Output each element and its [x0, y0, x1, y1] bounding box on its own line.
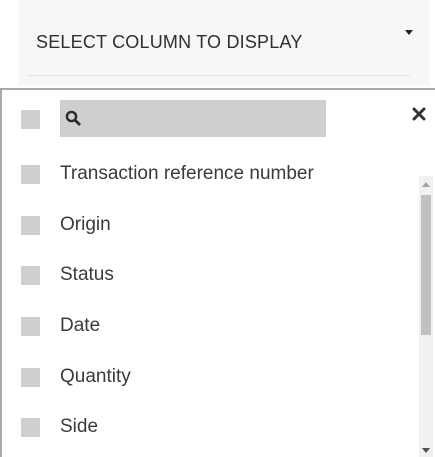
- caret-down-icon[interactable]: [405, 30, 413, 35]
- option-label: Transaction reference number: [60, 163, 314, 184]
- close-icon[interactable]: [412, 107, 426, 121]
- option-checkbox[interactable]: [21, 317, 40, 336]
- option-label: Date: [60, 315, 101, 336]
- option-date[interactable]: Date: [0, 308, 420, 345]
- dropdown-label: SELECT COLUMN TO DISPLAY: [36, 32, 303, 52]
- option-side[interactable]: Side: [0, 409, 420, 446]
- search-box[interactable]: [60, 100, 326, 137]
- option-label: Quantity: [60, 366, 131, 387]
- scroll-up-arrow-icon[interactable]: [422, 182, 430, 187]
- option-checkbox[interactable]: [21, 165, 40, 184]
- scroll-down-arrow-icon[interactable]: [422, 448, 430, 453]
- option-status[interactable]: Status: [0, 257, 420, 294]
- scrollbar-thumb[interactable]: [421, 195, 431, 335]
- option-label: Origin: [60, 214, 111, 235]
- select-all-checkbox[interactable]: [21, 110, 40, 129]
- option-label: Side: [60, 416, 99, 437]
- options-scrollbar[interactable]: [419, 176, 433, 457]
- option-origin[interactable]: Origin: [0, 207, 420, 244]
- option-label: Status: [60, 264, 114, 285]
- option-transaction-reference-number[interactable]: Transaction reference number: [0, 156, 420, 193]
- column-select-dropdown[interactable]: SELECT COLUMN TO DISPLAY: [18, 0, 430, 86]
- search-input[interactable]: [86, 100, 322, 137]
- option-checkbox[interactable]: [21, 216, 40, 235]
- option-checkbox[interactable]: [21, 368, 40, 387]
- search-icon: [65, 110, 81, 126]
- option-quantity[interactable]: Quantity: [0, 359, 420, 396]
- dropdown-underline: [28, 75, 410, 76]
- option-checkbox[interactable]: [21, 418, 40, 437]
- option-checkbox[interactable]: [21, 266, 40, 285]
